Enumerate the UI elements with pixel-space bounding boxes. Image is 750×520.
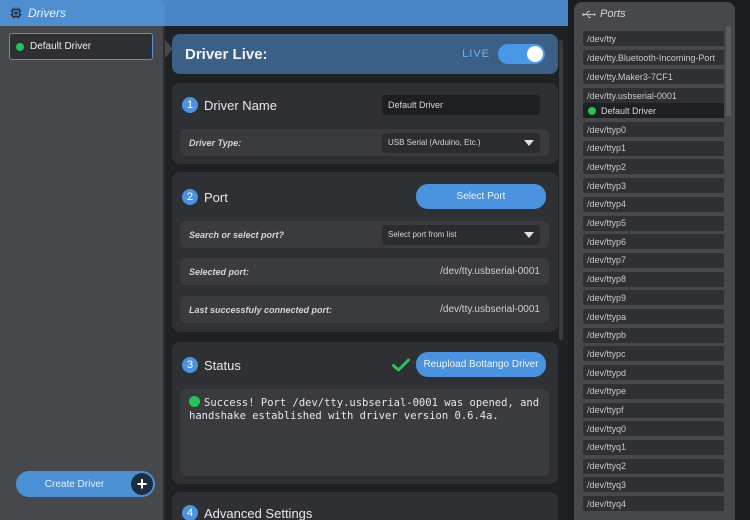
status-section: 3 Status Reupload Bottango Driver Succes… [172,342,558,484]
section-title: Driver Name [204,97,277,113]
live-toggle[interactable] [498,44,545,64]
window-edge [735,0,750,520]
ports-scrollbar[interactable] [726,26,731,116]
chevron-down-icon [524,231,534,238]
ports-title: Ports [600,8,626,20]
section-title: Port [204,189,228,205]
driver-live-card: Driver Live: LIVE [172,34,558,74]
step-number-badge: 2 [182,189,198,205]
usb-icon [582,10,596,18]
connected-status-icon [588,106,596,115]
driver-name-header: 1 Driver Name [182,97,277,113]
port-list-item[interactable]: /dev/ttyp9 [583,290,724,306]
port-list-item[interactable]: /dev/ttyp8 [583,271,724,287]
port-list-item[interactable]: /dev/tty.Maker3-7CF1 [583,69,724,84]
create-driver-label: Create Driver [44,478,105,490]
success-status-icon [189,396,200,407]
chevron-down-icon [524,139,534,146]
port-list-item[interactable]: /dev/ttyp3 [583,178,724,194]
status-header: 3 Status [182,357,241,373]
step-number-badge: 4 [182,505,198,520]
driver-type-row: Driver Type: USB Serial (Arduino, Etc.) [180,129,549,156]
port-list-item[interactable]: /dev/ttyq2 [583,458,724,474]
port-search-label: Search or select port? [189,229,285,240]
driver-type-value: USB Serial (Arduino, Etc.) [388,138,481,147]
status-message: Success! Port /dev/tty.usbserial-0001 wa… [189,397,540,422]
toggle-knob [527,46,543,62]
live-label: LIVE [462,48,490,60]
port-list-item[interactable]: /dev/ttypd [583,365,724,381]
port-driver-label: Default Driver [601,105,657,116]
driver-name-input[interactable]: Default Driver [382,95,540,115]
port-search-row: Search or select port? Select port from … [180,221,549,248]
port-list-item[interactable]: /dev/tty.usbserial-0001 [583,88,724,103]
app-window: Drivers Default Driver Create Driver + D… [0,0,750,520]
port-list-item[interactable]: /dev/ttyp7 [583,252,724,268]
port-list-item[interactable]: /dev/tty [583,31,724,46]
port-section: 2 Port Select Port Search or select port… [172,172,558,332]
last-port-row: Last successfuly connected port: /dev/tt… [180,296,549,323]
port-list-item[interactable]: /dev/ttypa [583,309,724,324]
port-list-item[interactable]: /dev/ttypc [583,346,724,362]
create-driver-button[interactable]: Create Driver + [16,471,155,497]
section-title: Status [204,357,241,373]
port-list-item[interactable]: /dev/ttyq4 [583,496,724,511]
port-list-item[interactable]: /dev/tty.Bluetooth-Incoming-Port [583,50,724,65]
reupload-driver-button[interactable]: Reupload Bottango Driver [416,352,546,377]
port-header: 2 Port [182,189,228,205]
step-number-badge: 1 [182,97,198,113]
main-scrollbar[interactable] [559,40,563,340]
driver-list-item[interactable]: Default Driver [9,33,153,60]
driver-name-section: 1 Driver Name Default Driver Driver Type… [172,83,558,164]
port-list-item[interactable]: /dev/ttypf [583,402,724,418]
last-port-value: /dev/tty.usbserial-0001 [440,304,540,315]
port-list-item[interactable]: /dev/ttyp4 [583,196,724,212]
port-list-item[interactable]: /dev/ttype [583,383,724,399]
chip-icon [10,7,22,19]
port-list-item[interactable]: /dev/ttyp2 [583,159,724,175]
port-list-item[interactable]: /dev/ttyq0 [583,421,724,437]
ports-tab[interactable]: Ports [574,2,735,26]
check-icon [392,358,410,372]
driver-live-title: Driver Live: [185,45,268,63]
selected-port-value: /dev/tty.usbserial-0001 [440,266,540,277]
selected-port-row: Selected port: /dev/tty.usbserial-0001 [180,258,549,285]
drivers-tab[interactable]: Drivers [0,0,165,26]
port-select[interactable]: Select port from list [382,224,540,245]
last-port-label: Last successfuly connected port: [189,304,333,315]
selected-port-label: Selected port: [189,266,250,277]
advanced-settings-header[interactable]: 4 Advanced Settings [182,505,312,520]
advanced-settings-section: 4 Advanced Settings [172,492,558,520]
ports-panel: /dev/tty /dev/tty.Bluetooth-Incoming-Por… [574,26,735,520]
port-list-item[interactable]: /dev/ttyq1 [583,439,724,455]
drivers-sidebar: Default Driver Create Driver + [0,26,165,520]
port-select-placeholder: Select port from list [388,230,457,239]
port-list-item[interactable]: /dev/ttyp0 [583,122,724,137]
select-port-button[interactable]: Select Port [416,184,546,209]
plus-icon: + [131,473,153,495]
port-list-item[interactable]: /dev/ttypb [583,327,724,343]
port-list-item[interactable]: /dev/ttyp6 [583,234,724,250]
port-list-item[interactable]: /dev/ttyq3 [583,477,724,493]
drivers-tab-label: Drivers [28,6,66,20]
step-number-badge: 3 [182,357,198,373]
driver-type-select[interactable]: USB Serial (Arduino, Etc.) [382,132,540,153]
connected-status-icon [16,42,24,51]
port-list-item[interactable]: /dev/ttyp5 [583,215,724,231]
driver-type-label: Driver Type: [189,137,242,148]
section-title: Advanced Settings [204,505,313,520]
port-list-item[interactable]: /dev/ttyp1 [583,140,724,156]
port-driver-item[interactable]: Default Driver [583,103,724,118]
driver-list-item-label: Default Driver [30,41,92,52]
status-message-box: Success! Port /dev/tty.usbserial-0001 wa… [180,389,549,476]
